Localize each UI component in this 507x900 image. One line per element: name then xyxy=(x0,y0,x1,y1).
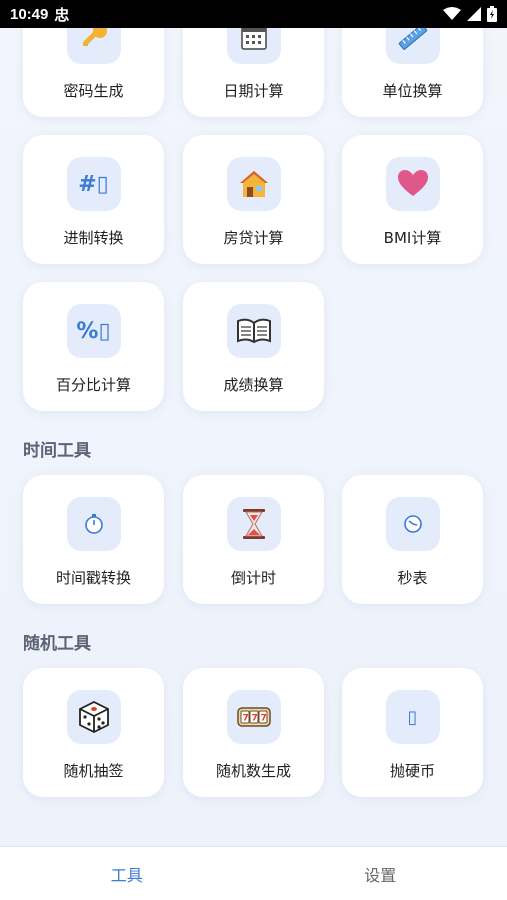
svg-text:7: 7 xyxy=(251,714,257,724)
card-label: 进制转换 xyxy=(63,229,124,247)
card-label: 单位换算 xyxy=(382,82,443,100)
percent-icon: %▯ xyxy=(66,304,121,358)
clock-icon xyxy=(385,497,440,551)
card-timestamp-converter[interactable]: 时间戳转换 xyxy=(23,475,164,604)
card-unit-converter[interactable]: 单位换算 xyxy=(342,28,483,117)
app-notification-glyph: 忠 xyxy=(54,6,70,24)
card-mortgage-calculator[interactable]: 房贷计算 xyxy=(183,135,324,264)
nav-tab-tools[interactable]: 工具 xyxy=(0,847,254,900)
card-label: 倒计时 xyxy=(230,569,276,587)
dice-icon xyxy=(66,690,121,744)
card-label: 随机数生成 xyxy=(215,762,291,780)
section-title-time-tools: 时间工具 xyxy=(23,441,91,461)
card-label: 抛硬币 xyxy=(389,762,435,780)
calendar-icon xyxy=(226,28,281,64)
card-label: 密码生成 xyxy=(63,82,124,100)
slot-machine-icon: 777 xyxy=(226,690,281,744)
hourglass-icon xyxy=(226,497,281,551)
coin-icon: ▯ xyxy=(385,690,440,744)
card-label: 百分比计算 xyxy=(55,376,131,394)
card-random-number-generator[interactable]: 777 随机数生成 xyxy=(183,668,324,797)
bottom-nav: 工具 设置 xyxy=(0,846,507,900)
svg-text:7: 7 xyxy=(260,714,266,724)
card-label: 秒表 xyxy=(397,569,428,587)
open-book-icon xyxy=(226,304,281,358)
section-title-random-tools: 随机工具 xyxy=(23,634,91,654)
card-coin-flip[interactable]: ▯ 抛硬币 xyxy=(342,668,483,797)
nav-tab-settings[interactable]: 设置 xyxy=(254,847,507,900)
card-stopwatch[interactable]: 秒表 xyxy=(342,475,483,604)
svg-text:7: 7 xyxy=(242,714,248,724)
hash-icon: #▯ xyxy=(66,157,121,211)
wifi-icon xyxy=(443,7,461,20)
house-icon xyxy=(226,157,281,211)
card-random-draw[interactable]: 随机抽签 xyxy=(23,668,164,797)
card-percentage-calculator[interactable]: %▯ 百分比计算 xyxy=(23,282,164,411)
stopwatch-icon xyxy=(66,497,121,551)
card-bmi-calculator[interactable]: BMI计算 xyxy=(342,135,483,264)
card-password-generator[interactable]: 密码生成 xyxy=(23,28,164,117)
clock: 10:49 xyxy=(10,5,49,23)
card-grade-converter[interactable]: 成绩换算 xyxy=(183,282,324,411)
card-label: 房贷计算 xyxy=(223,229,284,247)
card-label: BMI计算 xyxy=(383,229,442,247)
card-label: 随机抽签 xyxy=(63,762,124,780)
heart-icon xyxy=(385,157,440,211)
card-label: 日期计算 xyxy=(223,82,284,100)
card-label: 成绩换算 xyxy=(223,376,284,394)
card-date-calculator[interactable]: 日期计算 xyxy=(183,28,324,117)
status-icons xyxy=(443,6,497,22)
card-countdown[interactable]: 倒计时 xyxy=(183,475,324,604)
battery-icon xyxy=(487,6,497,22)
ruler-icon xyxy=(385,28,440,64)
status-bar: 10:49 忠 xyxy=(0,0,507,28)
card-base-converter[interactable]: #▯ 进制转换 xyxy=(23,135,164,264)
signal-icon xyxy=(467,7,481,21)
card-label: 时间戳转换 xyxy=(55,569,131,587)
key-icon xyxy=(66,28,121,64)
tools-list[interactable]: 密码生成 日期计算 单位换算 #▯ 进制转换 房贷计算 BMI计算 %▯ 百分比… xyxy=(0,28,507,846)
